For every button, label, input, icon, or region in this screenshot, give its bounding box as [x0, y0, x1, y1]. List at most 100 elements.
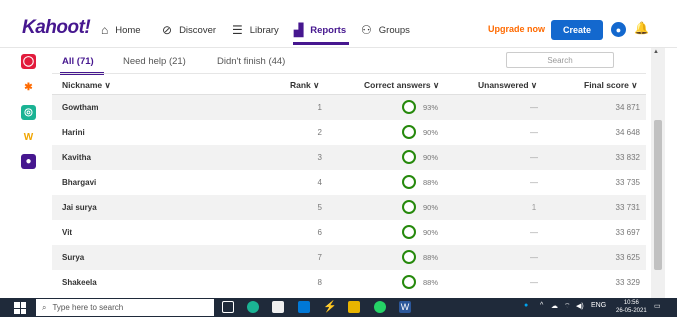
- final-score: 33 832: [615, 153, 640, 162]
- player-rank: 2: [317, 128, 322, 137]
- final-score: 33 697: [615, 228, 640, 237]
- kahoot-logo[interactable]: Kahoot!: [22, 17, 91, 39]
- cloud-icon[interactable]: ☁: [551, 302, 558, 310]
- player-rank: 5: [317, 203, 322, 212]
- taskbar-search-input[interactable]: ⌕ Type here to search: [36, 299, 214, 316]
- whatsapp-icon[interactable]: [374, 301, 386, 313]
- correct-percentage: 88%: [423, 253, 439, 262]
- nav-groups-label: Groups: [378, 24, 410, 36]
- table-row[interactable]: Gowtham 1 93% — 34 871: [52, 95, 646, 120]
- table-row[interactable]: Kavitha 3 90% — 33 832: [52, 145, 646, 170]
- correct-percentage: 93%: [423, 103, 439, 112]
- correct-ring-icon: [402, 175, 416, 189]
- app-dot-icon[interactable]: ●: [21, 154, 36, 169]
- player-rank: 3: [317, 153, 322, 162]
- nav-discover[interactable]: ⊘ Discover: [162, 20, 216, 40]
- table-row[interactable]: Surya 7 88% — 33 625: [52, 245, 646, 270]
- header-unanswered[interactable]: Unanswered ∨: [478, 80, 537, 91]
- nav-home[interactable]: ⌂ Home: [101, 20, 141, 40]
- app-switcher-rail: ◯ ✱ ◎ W ●: [0, 48, 40, 298]
- table-row[interactable]: Jai surya 5 90% 1 33 731: [52, 195, 646, 220]
- player-rank: 1: [317, 103, 322, 112]
- table-row[interactable]: Vit 6 90% — 33 697: [52, 220, 646, 245]
- notification-icon[interactable]: ▭: [654, 302, 661, 310]
- create-button[interactable]: Create: [551, 20, 603, 40]
- file-explorer-icon[interactable]: [348, 301, 360, 313]
- player-rank: 6: [317, 228, 322, 237]
- player-nickname[interactable]: Shakeela: [62, 278, 97, 287]
- language-indicator[interactable]: ENG: [591, 302, 606, 309]
- table-row[interactable]: Bhargavi 4 88% — 33 735: [52, 170, 646, 195]
- upgrade-now-link[interactable]: Upgrade now: [488, 24, 545, 34]
- correct-ring-icon: [402, 200, 416, 214]
- table-body: Gowtham 1 93% —34 871 Harini 2 90% —34 648 Kavit…: [52, 95, 646, 295]
- final-score: 33 329: [615, 278, 640, 287]
- list-icon: ☰: [232, 23, 243, 37]
- clock[interactable]: 10:56 26-05-2021: [616, 299, 647, 315]
- player-nickname[interactable]: Surya: [62, 253, 84, 262]
- header-rank[interactable]: Rank ∨: [290, 80, 319, 91]
- user-avatar-icon[interactable]: ●: [611, 22, 626, 37]
- search-input[interactable]: Search: [506, 52, 614, 68]
- header-final-score[interactable]: Final score ∨: [584, 80, 637, 91]
- player-rank: 8: [317, 278, 322, 287]
- app-pinwheel-icon[interactable]: ✱: [21, 80, 36, 95]
- search-icon: ⌕: [42, 302, 47, 312]
- nav-library[interactable]: ☰ Library: [232, 20, 279, 40]
- edge-browser-icon[interactable]: [247, 301, 259, 313]
- app-target-icon[interactable]: ◎: [21, 105, 36, 120]
- final-score: 33 731: [615, 203, 640, 212]
- player-nickname[interactable]: Gowtham: [62, 103, 98, 112]
- nav-groups[interactable]: ⚇ Groups: [361, 20, 410, 40]
- nav-home-label: Home: [115, 24, 141, 36]
- nav-library-label: Library: [249, 24, 279, 36]
- correct-ring-icon: [402, 225, 416, 239]
- bolt-app-icon[interactable]: ⚡: [323, 300, 337, 313]
- player-nickname[interactable]: Jai surya: [62, 203, 97, 212]
- unanswered-count: —: [530, 178, 538, 187]
- tab-all[interactable]: All (71): [62, 56, 94, 67]
- tray-chevron-icon[interactable]: ^: [540, 302, 543, 309]
- volume-icon[interactable]: ◀): [576, 302, 584, 310]
- final-score: 33 625: [615, 253, 640, 262]
- scrollbar-thumb[interactable]: [654, 120, 662, 270]
- unanswered-count: 1: [531, 203, 537, 212]
- table-row[interactable]: Shakeela 8 88% — 33 329: [52, 270, 646, 295]
- home-icon: ⌂: [101, 23, 109, 37]
- app-w-icon[interactable]: W: [21, 130, 36, 145]
- store-icon[interactable]: [272, 301, 284, 313]
- windows-taskbar: ⌕ Type here to search ⚡ W ● ^ ☁ ⌔ ◀) ENG…: [0, 298, 677, 317]
- bell-icon[interactable]: 🔔: [634, 21, 649, 35]
- unanswered-count: —: [530, 103, 538, 112]
- correct-percentage: 90%: [423, 203, 439, 212]
- correct-ring-icon: [402, 275, 416, 289]
- correct-ring-icon: [402, 125, 416, 139]
- tab-need-help[interactable]: Need help (21): [123, 56, 186, 67]
- header-correct-answers[interactable]: Correct answers ∨: [364, 80, 439, 91]
- word-icon[interactable]: W: [399, 301, 411, 313]
- task-view-icon[interactable]: [222, 301, 234, 313]
- people-icon: ⚇: [361, 23, 372, 37]
- nav-reports[interactable]: ▟ Reports: [294, 20, 346, 40]
- table-row[interactable]: Harini 2 90% — 34 648: [52, 120, 646, 145]
- player-nickname[interactable]: Kavitha: [62, 153, 91, 162]
- header-nickname[interactable]: Nickname ∨: [62, 80, 111, 91]
- top-navbar: Kahoot! ⌂ Home ⊘ Discover ☰ Library ▟ Re…: [0, 0, 677, 48]
- correct-percentage: 90%: [423, 128, 439, 137]
- unanswered-count: —: [530, 253, 538, 262]
- correct-percentage: 90%: [423, 153, 439, 162]
- player-nickname[interactable]: Bhargavi: [62, 178, 96, 187]
- network-icon[interactable]: ⌔: [564, 302, 571, 311]
- compass-icon: ⊘: [162, 23, 173, 37]
- windows-start-icon[interactable]: [14, 302, 26, 314]
- mail-icon[interactable]: [298, 301, 310, 313]
- app-kahoot-icon[interactable]: ◯: [21, 54, 36, 69]
- tab-didnt-finish[interactable]: Didn't finish (44): [217, 56, 285, 67]
- player-nickname[interactable]: Harini: [62, 128, 85, 137]
- clock-date: 26-05-2021: [616, 308, 647, 314]
- scroll-up-icon[interactable]: ▲: [653, 49, 659, 55]
- player-nickname[interactable]: Vit: [62, 228, 72, 237]
- players-table: Nickname ∨ Rank ∨ Correct answers ∨ Unan…: [52, 73, 646, 295]
- help-icon[interactable]: ●: [524, 302, 528, 309]
- correct-percentage: 88%: [423, 278, 439, 287]
